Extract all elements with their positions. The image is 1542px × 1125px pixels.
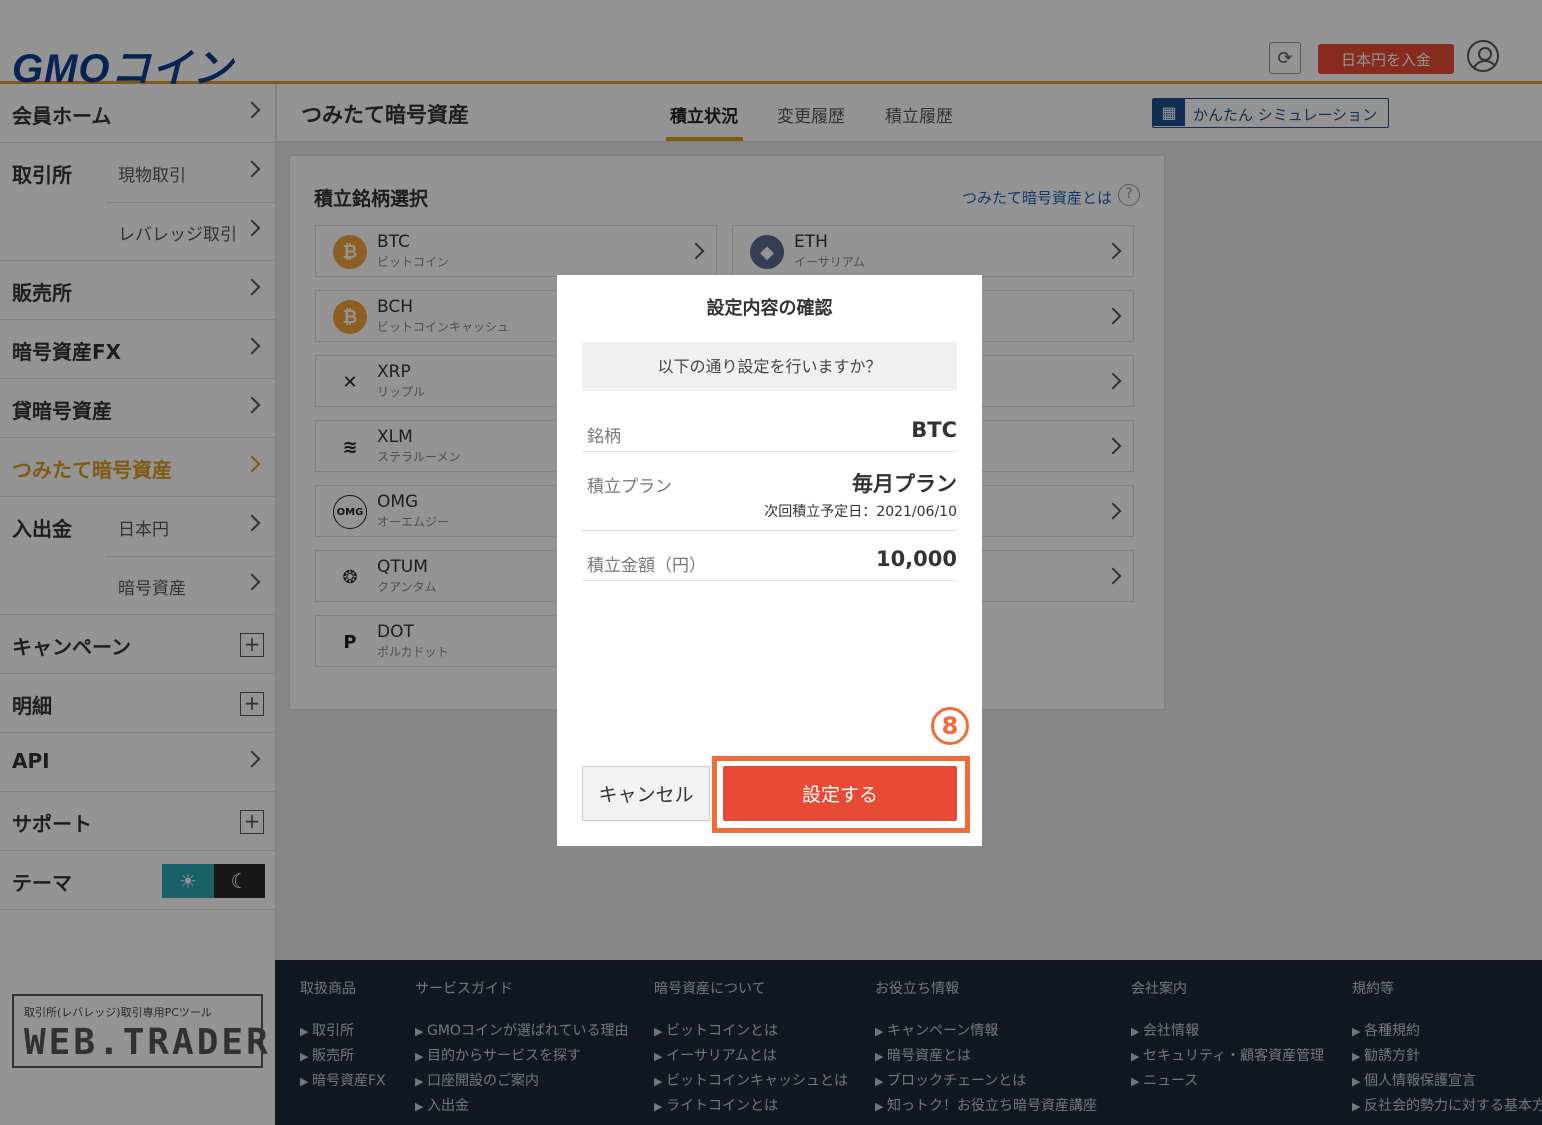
row-amount: 積立金額（円） 10,000 xyxy=(582,531,957,581)
row-plan: 積立プラン 毎月プラン 次回積立予定日：2021/06/10 xyxy=(582,452,957,531)
step-number-badge: 8 xyxy=(931,707,969,745)
annotation-highlight-box xyxy=(712,756,970,833)
cancel-button[interactable]: キャンセル xyxy=(582,766,710,821)
modal-prompt: 以下の通り設定を行いますか？ xyxy=(582,342,957,391)
modal-title: 設定内容の確認 xyxy=(706,298,833,319)
row-coin: 銘柄 BTC xyxy=(582,410,957,452)
